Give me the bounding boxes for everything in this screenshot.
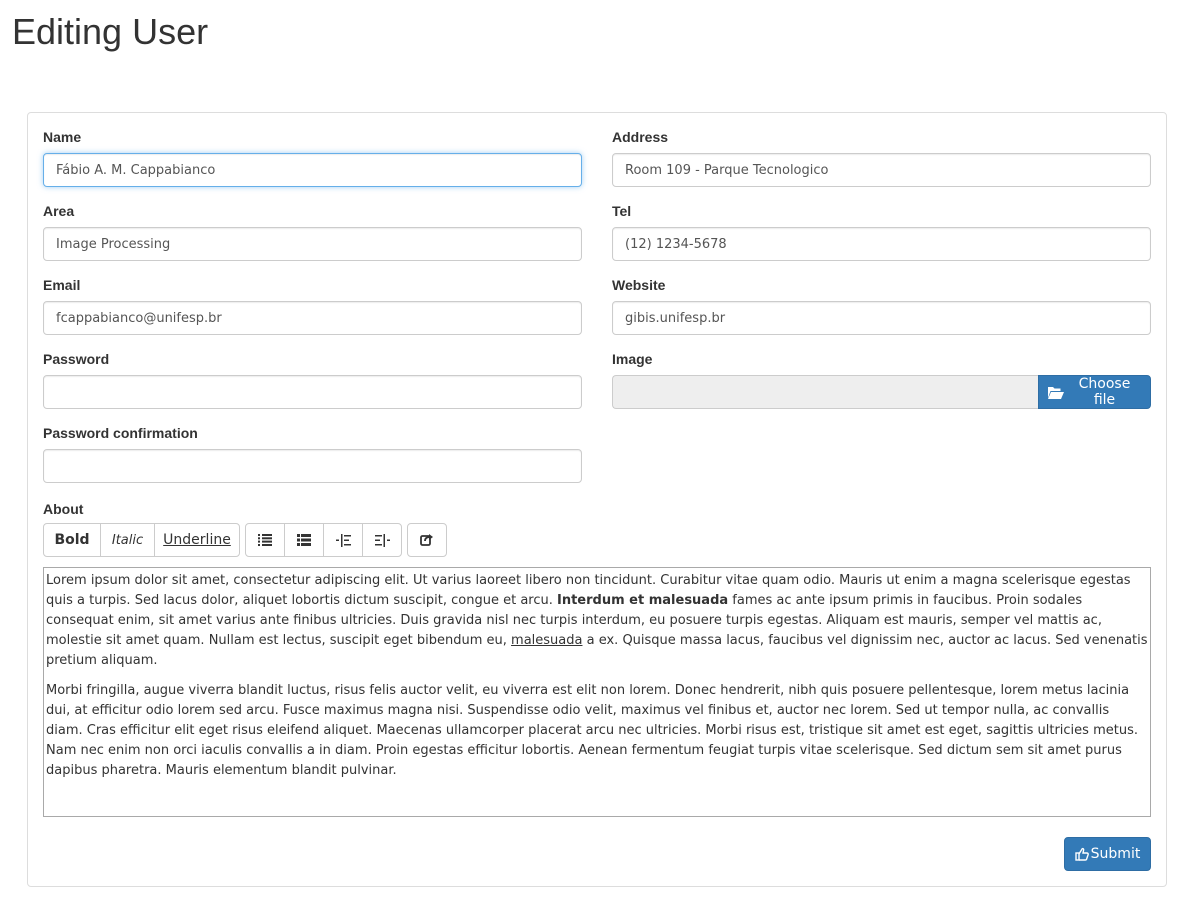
password-input[interactable] <box>43 375 582 409</box>
address-field-group: Address <box>612 127 1151 187</box>
folder-open-icon <box>1047 385 1065 399</box>
website-label: Website <box>612 277 666 293</box>
address-label: Address <box>612 129 669 145</box>
image-label: Image <box>612 351 653 367</box>
image-file-input-group: Choose file <box>612 375 1151 409</box>
about-paragraph-1: Lorem ipsum dolor sit amet, consectetur … <box>46 571 1148 671</box>
password-confirmation-field-group: Password confirmation <box>43 423 582 483</box>
about-bold-text: Interdum et malesuada <box>557 593 729 608</box>
email-input[interactable] <box>43 301 582 335</box>
name-field-group: Name <box>43 127 582 187</box>
about-paragraph-2: Morbi fringilla, augue viverra blandit l… <box>46 683 1138 778</box>
password-confirmation-label: Password confirmation <box>43 425 198 441</box>
choose-file-label: Choose file <box>1078 376 1131 408</box>
tel-label: Tel <box>612 203 632 219</box>
bold-button[interactable]: Bold <box>43 523 101 557</box>
about-editor[interactable]: Lorem ipsum dolor sit amet, consectetur … <box>43 567 1151 817</box>
about-underline-text: malesuada <box>511 633 583 648</box>
text-style-group: Bold Italic Underline <box>43 523 240 557</box>
indent-button[interactable] <box>362 523 402 557</box>
list-indent-group <box>245 523 402 557</box>
editor-toolbar: Bold Italic Underline <box>43 523 452 557</box>
area-field-group: Area <box>43 201 582 261</box>
name-label: Name <box>43 129 82 145</box>
page-title: Editing User <box>12 11 209 52</box>
choose-file-button[interactable]: Choose file <box>1038 375 1151 409</box>
unordered-list-button[interactable] <box>245 523 285 557</box>
ordered-list-button[interactable] <box>284 523 324 557</box>
redo-icon <box>420 533 434 547</box>
unordered-list-icon <box>258 534 272 546</box>
address-input[interactable] <box>612 153 1151 187</box>
redo-button[interactable] <box>407 523 447 557</box>
area-input[interactable] <box>43 227 582 261</box>
italic-button[interactable]: Italic <box>100 523 155 557</box>
password-label: Password <box>43 351 110 367</box>
outdent-icon <box>335 533 351 547</box>
about-label: About <box>43 501 84 517</box>
area-label: Area <box>43 203 75 219</box>
thumbs-up-icon <box>1074 847 1089 861</box>
outdent-button[interactable] <box>323 523 363 557</box>
name-input[interactable] <box>43 153 582 187</box>
website-input[interactable] <box>612 301 1151 335</box>
password-confirmation-input[interactable] <box>43 449 582 483</box>
indent-icon <box>374 533 390 547</box>
ordered-list-icon <box>297 534 311 546</box>
password-field-group: Password <box>43 349 582 409</box>
user-form-panel: Name Address Area Tel Email Website Pass… <box>27 112 1167 887</box>
tel-input[interactable] <box>612 227 1151 261</box>
image-filename-display[interactable] <box>612 375 1038 409</box>
email-label: Email <box>43 277 81 293</box>
submit-label: Submit <box>1090 846 1141 862</box>
email-field-group: Email <box>43 275 582 335</box>
history-group <box>407 523 447 557</box>
image-field-group: Image Choose file <box>612 349 1151 409</box>
website-field-group: Website <box>612 275 1151 335</box>
underline-button[interactable]: Underline <box>154 523 240 557</box>
submit-button[interactable]: Submit <box>1064 837 1151 871</box>
tel-field-group: Tel <box>612 201 1151 261</box>
